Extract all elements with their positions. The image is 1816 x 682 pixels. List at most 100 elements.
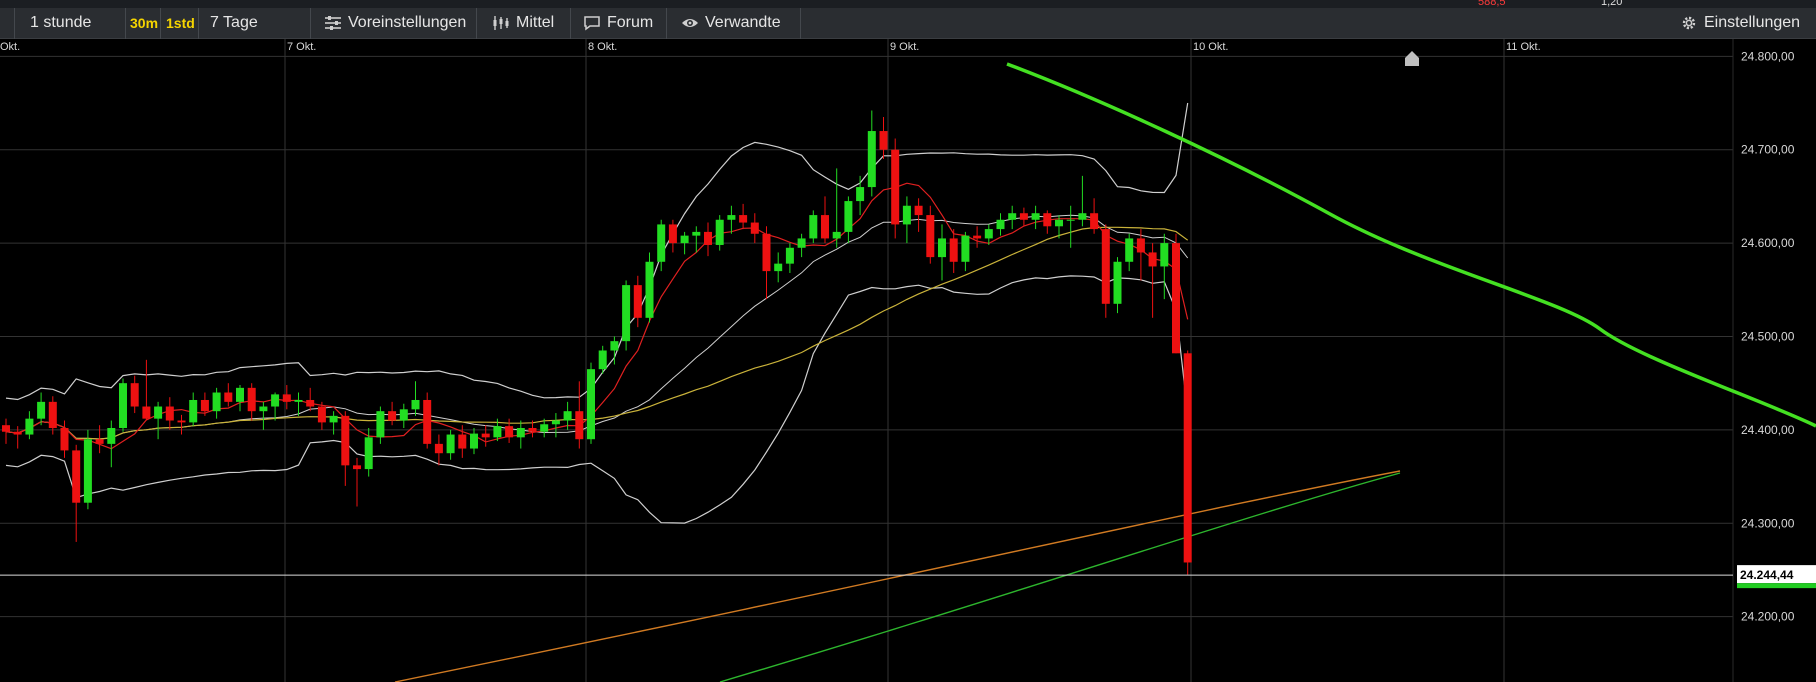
x-tick-label: 10 Okt. [1193,41,1228,53]
candle-body [938,238,946,258]
candle-body [856,187,865,202]
candle-body [423,399,432,444]
y-tick-label: 24.600,00 [1741,236,1795,250]
indicator-button[interactable]: Mittel [492,12,554,34]
candle-body [107,428,116,444]
related-label: Verwandte [705,14,781,31]
x-tick-label-partial: Okt. [0,41,20,53]
candle-body [1160,243,1169,267]
timeframe-select[interactable]: 1 stunde [30,12,91,34]
candle-body [200,399,209,412]
candle-body [598,350,607,370]
candle-body [645,261,654,318]
candle-body [1183,353,1192,563]
candle-body [95,439,104,444]
settings-label: Einstellungen [1704,14,1801,31]
y-tick-label: 24.700,00 [1741,143,1795,157]
candle-body [867,131,876,188]
candle-body [914,205,923,216]
candle-body [844,201,853,232]
y-tick-label: 24.400,00 [1741,423,1795,437]
candle-body [154,406,163,419]
candle-body [341,415,350,466]
candle-body [177,420,186,423]
preset-30m-button[interactable]: 30m [130,12,158,34]
candle-body [551,420,560,425]
candle-body [680,235,689,244]
y-tick-label: 24.500,00 [1741,329,1795,343]
moving-average-mid-line [5,226,1189,440]
candle-body [165,406,174,421]
candle-body [1008,213,1017,220]
related-button[interactable]: Verwandte [681,12,781,34]
candle-body [575,411,584,440]
candle-body [715,219,724,245]
presets-label: Voreinstellungen [348,14,467,31]
range-label: 7 Tage [210,14,258,31]
candle-body [294,399,303,402]
forum-button[interactable]: Forum [583,12,653,34]
candle-body [797,238,806,248]
candle-body [692,231,701,236]
candle-body [926,215,935,258]
sliders-icon [324,15,342,31]
candle-body [1113,261,1122,304]
settings-button[interactable]: Einstellungen [1680,12,1800,34]
y-tick-label: 24.200,00 [1741,610,1795,624]
candle-body [247,387,256,412]
candle-body [329,415,338,423]
candle-body [317,406,326,423]
candle-body [142,406,151,419]
candle-body [727,215,736,220]
candle-body [48,401,57,428]
long-ma-green-line [719,472,1401,682]
candle-body [668,224,677,244]
price-chart[interactable]: 24.200,00 24.300,00 24.400,00 24.500,00 24.6… [0,39,1816,682]
candle-body [540,424,549,432]
candle-body [212,392,221,412]
candlestick-icon [492,15,510,31]
last-price-label: 24.244,44 [1740,568,1794,582]
candle-body [1172,243,1180,354]
long-ma-orange-line [394,470,1401,682]
candle-body [1125,238,1134,262]
chat-bubble-icon [583,15,601,31]
candle-body [961,235,970,262]
candle-body [60,428,69,451]
candle-body [1090,213,1099,230]
preset-30m-label: 30m [130,15,159,31]
candle-body [949,238,958,262]
candle-body [2,425,10,432]
x-tick-label: 7 Okt. [287,41,316,53]
candle-body [1078,213,1087,220]
candle-body [353,465,361,470]
candle-body [271,394,280,407]
range-select[interactable]: 7 Tage [210,12,258,34]
candle-body [809,215,818,239]
candle-body [434,443,443,454]
candle-body [563,411,572,421]
candle-body [236,387,244,402]
candle-body [119,383,127,428]
candle-body [879,131,888,150]
indicator-label: Mittel [516,14,555,31]
candle-body [364,437,373,470]
bollinger-lower-line [5,275,1189,524]
preset-1std-label: 1std [166,15,195,31]
candle-body [657,224,666,262]
candle-body [1101,229,1110,304]
presets-button[interactable]: Voreinstellungen [324,12,466,34]
preset-1std-button[interactable]: 1std [166,12,195,34]
candle-body [388,411,397,421]
candle-body [704,231,712,245]
x-tick-label: 9 Okt. [890,41,919,53]
timeframe-label: 1 stunde [30,14,92,31]
candle-body [306,399,315,407]
candle-body [1066,219,1075,221]
x-tick-label: 11 Okt. [1506,41,1541,53]
bollinger-upper-line [5,102,1189,401]
candle-body [1031,213,1040,220]
candle-body [493,426,502,438]
candle-body [996,219,1005,230]
candle-body [83,439,92,503]
